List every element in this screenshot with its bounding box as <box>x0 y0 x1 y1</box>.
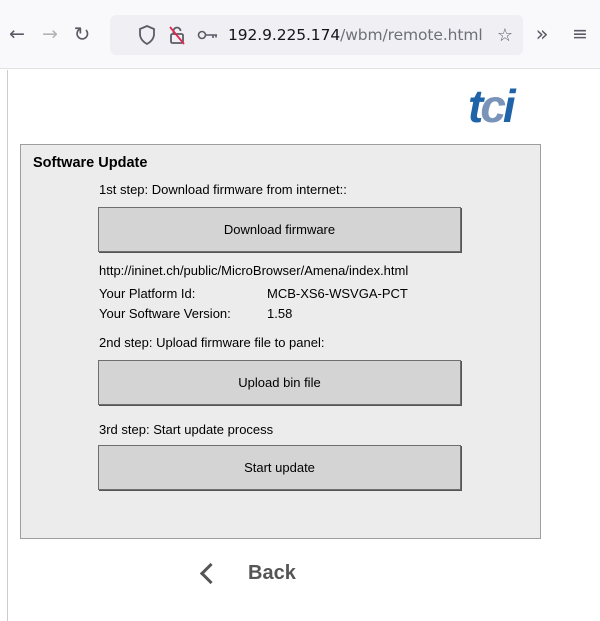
arrow-left-icon[interactable]: ← <box>4 19 30 49</box>
platform-label: Your Platform Id: <box>99 286 196 301</box>
software-update-panel: Software Update 1st step: Download firmw… <box>20 144 541 539</box>
step2-label: 2nd step: Upload firmware file to panel: <box>99 335 325 350</box>
step1-label: 1st step: Download firmware from interne… <box>99 182 347 197</box>
key-icon[interactable] <box>197 23 219 47</box>
reload-icon[interactable]: ↻ <box>69 19 95 49</box>
version-label: Your Software Version: <box>99 306 231 321</box>
browser-toolbar: ← → ↻ 192.9.225.174/wbm/remote.html ☆ » … <box>0 0 600 69</box>
tracking-blocked-icon[interactable] <box>166 23 188 47</box>
url-host: 192.9.225.174 <box>228 26 341 44</box>
hamburger-icon[interactable]: ≡ <box>567 19 593 49</box>
upload-bin-button[interactable]: Upload bin file <box>98 360 461 405</box>
arrow-right-icon[interactable]: → <box>37 19 63 49</box>
page-content: tci Software Update 1st step: Download f… <box>0 70 600 621</box>
double-chevron-icon[interactable]: » <box>529 19 555 49</box>
step3-label: 3rd step: Start update process <box>99 422 274 437</box>
download-firmware-button[interactable]: Download firmware <box>98 207 461 252</box>
logo-letter: t <box>468 80 483 132</box>
logo-letter: i <box>502 80 516 132</box>
chevron-left-icon <box>199 562 222 585</box>
platform-value: MCB-XS6-WSVGA-PCT <box>267 286 408 301</box>
panel-title: Software Update <box>33 155 148 171</box>
shield-icon[interactable] <box>136 23 158 47</box>
tci-logo: tci <box>468 82 548 130</box>
url-bar[interactable]: 192.9.225.174/wbm/remote.html ☆ <box>110 15 523 55</box>
star-icon[interactable]: ☆ <box>494 23 516 47</box>
firmware-url: http://ininet.ch/public/MicroBrowser/Ame… <box>99 263 409 278</box>
logo-letter: c <box>480 80 506 132</box>
url-path: /wbm/remote.html <box>340 26 483 44</box>
divider <box>7 70 8 621</box>
back-button[interactable]: Back <box>195 562 296 585</box>
url-text[interactable]: 192.9.225.174/wbm/remote.html <box>228 26 483 44</box>
start-update-button[interactable]: Start update <box>98 445 461 490</box>
back-label: Back <box>248 562 296 584</box>
version-value: 1.58 <box>267 306 293 321</box>
